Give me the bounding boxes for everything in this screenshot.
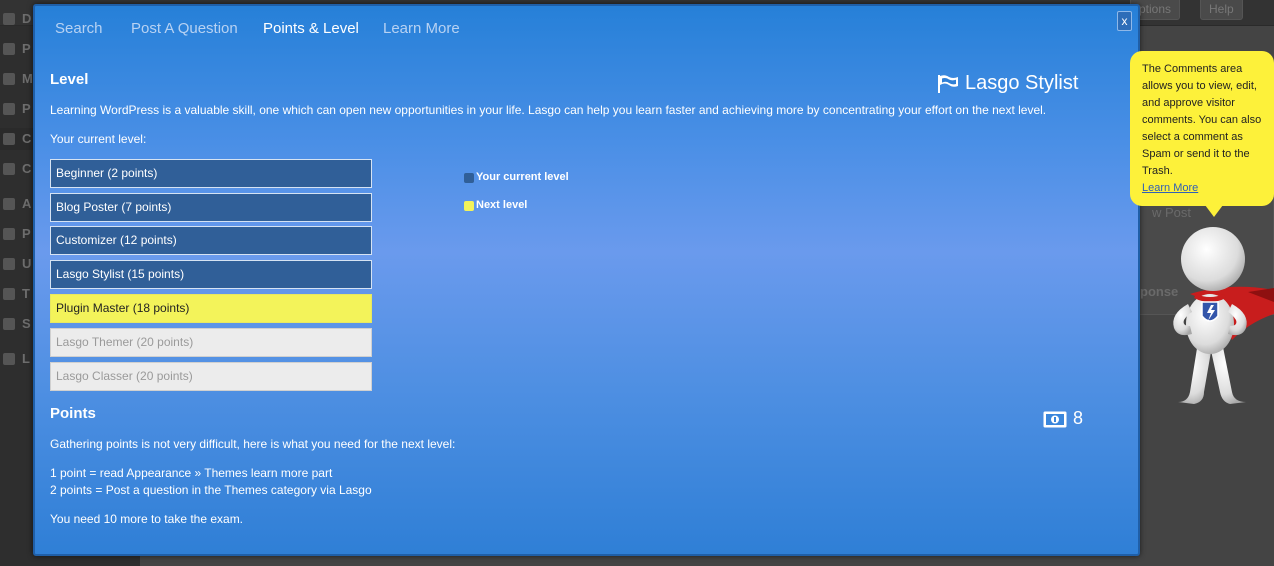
level-title: Level bbox=[50, 71, 89, 88]
tooltip-learn-more-link[interactable]: Learn More bbox=[1142, 180, 1264, 197]
level-item: Blog Poster (7 points) bbox=[50, 193, 372, 222]
help-tooltip: The Comments area allows you to view, ed… bbox=[1130, 51, 1274, 206]
money-icon bbox=[1043, 411, 1067, 428]
level-item: Lasgo Stylist (15 points) bbox=[50, 260, 372, 289]
level-item: Customizer (12 points) bbox=[50, 226, 372, 255]
points-title: Points bbox=[50, 405, 96, 422]
legend-swatch-current bbox=[464, 173, 474, 183]
tooltip-text: The Comments area allows you to view, ed… bbox=[1142, 63, 1262, 177]
lasgo-modal: x Search Post A Question Points & Level … bbox=[33, 4, 1140, 556]
flag-icon bbox=[938, 75, 958, 93]
points-value: 8 bbox=[1073, 408, 1084, 428]
menu-icon bbox=[3, 288, 15, 300]
points-rule: 2 points = Post a question in the Themes… bbox=[50, 483, 372, 497]
superhero-mascot-icon bbox=[1173, 227, 1274, 404]
level-item-next: Plugin Master (18 points) bbox=[50, 294, 372, 323]
level-item-future: Lasgo Classer (20 points) bbox=[50, 362, 372, 391]
points-rule: 1 point = read Appearance » Themes learn… bbox=[50, 466, 333, 480]
menu-icon bbox=[3, 163, 15, 175]
close-button[interactable]: x bbox=[1117, 11, 1132, 31]
menu-icon bbox=[3, 258, 15, 270]
current-level-label: Your current level: bbox=[50, 132, 147, 146]
tab-post-a-question[interactable]: Post A Question bbox=[131, 20, 238, 37]
help-button: Help bbox=[1200, 0, 1243, 20]
tab-points-level[interactable]: Points & Level bbox=[263, 20, 359, 37]
menu-icon bbox=[3, 228, 15, 240]
tooltip-tail bbox=[1205, 205, 1223, 217]
menu-icon bbox=[3, 103, 15, 115]
points-intro: Gathering points is not very difficult, … bbox=[50, 437, 456, 451]
tab-search[interactable]: Search bbox=[55, 20, 103, 37]
level-intro: Learning WordPress is a valuable skill, … bbox=[50, 103, 1047, 117]
legend-swatch-next bbox=[464, 201, 474, 211]
menu-icon bbox=[3, 13, 15, 25]
menu-icon bbox=[3, 198, 15, 210]
exam-text: You need 10 more to take the exam. bbox=[50, 512, 244, 526]
menu-icon bbox=[3, 318, 15, 330]
menu-icon bbox=[3, 43, 15, 55]
level-item: Beginner (2 points) bbox=[50, 159, 372, 188]
tab-learn-more[interactable]: Learn More bbox=[383, 20, 460, 37]
menu-icon bbox=[3, 353, 15, 365]
level-item-future: Lasgo Themer (20 points) bbox=[50, 328, 372, 357]
menu-icon bbox=[3, 133, 15, 145]
menu-icon bbox=[3, 73, 15, 85]
panel-text: w Post bbox=[1152, 205, 1192, 220]
current-level-name: Lasgo Stylist bbox=[965, 72, 1079, 94]
